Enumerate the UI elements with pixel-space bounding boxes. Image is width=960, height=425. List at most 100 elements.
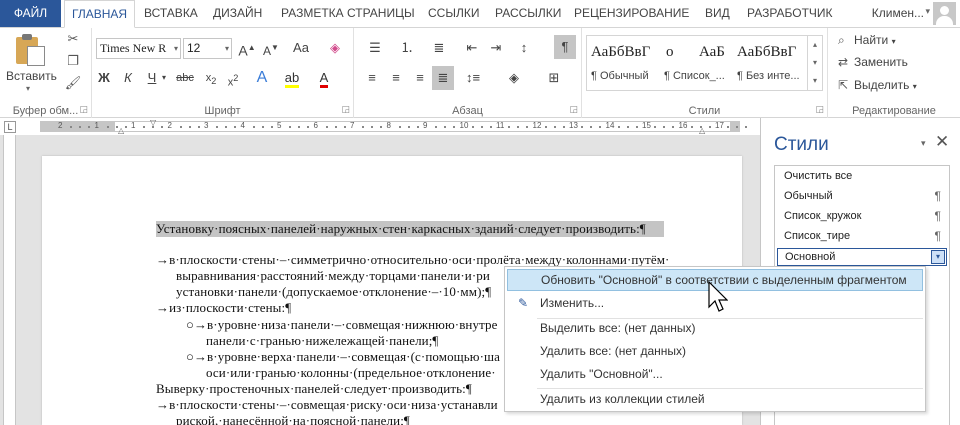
style-item[interactable]: Список_тире ¶ [777, 226, 947, 246]
dialog-launcher-icon[interactable]: ◲ [815, 104, 824, 115]
horizontal-ruler[interactable]: 2 1 1 2 3 4 5 6 7 8 9 10 11 12 13 14 15 16 17 [40, 121, 748, 132]
superscript-button[interactable]: x2 [224, 68, 242, 89]
justify-button[interactable]: ≣ [432, 66, 454, 90]
chevron-up-icon[interactable]: ▴ [808, 36, 822, 54]
numbering-icon[interactable]: ⒈ [394, 38, 420, 58]
decrease-indent-icon[interactable]: ⇤ [462, 38, 482, 58]
paragraph-line[interactable]: ○→в·уровне·верха·панели·–·совмещая·(с·по… [186, 349, 500, 365]
grow-font-icon[interactable]: A▲ [238, 38, 256, 59]
sort-icon[interactable]: ↕ [514, 38, 534, 58]
change-case-icon[interactable]: Aa [292, 38, 310, 58]
paragraph-line[interactable]: →из·плоскости·стены:¶ [156, 300, 291, 316]
hanging-indent-icon[interactable]: △ [118, 126, 124, 135]
align-left-icon[interactable]: ≡ [362, 68, 382, 88]
paste-icon[interactable] [14, 34, 48, 66]
paragraph-line[interactable]: Выверку·простеночных·панелей·следует·про… [156, 381, 472, 397]
font-size-field[interactable]: 12 ▾ [183, 38, 232, 59]
vertical-ruler[interactable] [3, 135, 16, 425]
chevron-down-icon[interactable]: ▾ [174, 39, 178, 58]
paragraph-line[interactable]: ○→в·уровне·низа·панели·–·совмещая·нижнюю… [186, 317, 498, 333]
menu-item-remove-from-gallery[interactable]: Удалить из коллекции стилей [507, 388, 923, 410]
select-button[interactable]: ⇱ Выделить ▾ [838, 78, 917, 92]
chevron-down-icon[interactable]: ▾ [160, 68, 168, 88]
menu-item-select-all[interactable]: Выделить все: (нет данных) [507, 317, 923, 339]
tab-review[interactable]: РЕЦЕНЗИРОВАНИЕ [567, 0, 696, 27]
cut-icon[interactable]: ✂ [64, 30, 82, 48]
format-painter-icon[interactable]: 🖌 [64, 74, 82, 92]
first-line-indent-icon[interactable]: ▽ [150, 118, 156, 127]
font-name-field[interactable]: Times New R ▾ [96, 38, 181, 59]
tab-home[interactable]: ГЛАВНАЯ [64, 0, 136, 28]
style-no-spacing[interactable]: АаБбВвГ ¶ Без инте... [733, 36, 806, 90]
tab-mailings[interactable]: РАССЫЛКИ [488, 0, 568, 27]
align-center-icon[interactable]: ≡ [386, 68, 406, 88]
ruler-tick [635, 126, 638, 128]
strikethrough-button[interactable]: abc [174, 68, 196, 88]
ruler-tick [617, 126, 620, 128]
menu-item-delete-style[interactable]: Удалить "Основной"... [507, 363, 923, 385]
user-name[interactable]: Климен... [872, 0, 924, 27]
dialog-launcher-icon[interactable]: ◲ [569, 104, 578, 115]
tab-insert[interactable]: ВСТАВКА [137, 0, 205, 27]
tab-layout[interactable]: РАЗМЕТКА СТРАНИЦЫ [274, 0, 422, 27]
italic-button[interactable]: К [120, 68, 136, 88]
menu-item-delete-all[interactable]: Удалить все: (нет данных) [507, 340, 923, 362]
clear-formatting-icon[interactable]: ◈ [326, 38, 344, 58]
chevron-down-icon[interactable]: ▾ [921, 138, 926, 149]
find-button[interactable]: ⌕ Найти ▾ [838, 33, 896, 48]
bold-button[interactable]: Ж [96, 68, 112, 88]
style-sample: АаБбВвГ [737, 44, 797, 60]
paragraph-line[interactable]: панели·с·гранью·нижележащей·панели;¶ [206, 333, 438, 349]
replace-button[interactable]: ⇄ Заменить [838, 55, 908, 69]
paragraph-selected[interactable]: Установку·поясных·панелей·наружных·стен·… [156, 221, 664, 237]
shading-icon[interactable]: ◈ [504, 68, 524, 88]
style-item[interactable]: Обычный ¶ [777, 186, 947, 206]
line-spacing-icon[interactable]: ↕≡ [462, 68, 484, 88]
align-right-icon[interactable]: ≡ [410, 68, 430, 88]
chevron-down-icon[interactable]: ▾ [26, 84, 30, 93]
subscript-button[interactable]: x2 [202, 68, 220, 88]
paragraph-line[interactable]: →в·плоскости·стены·–·совмещая·риску·оси·… [156, 397, 498, 413]
paragraph-line[interactable]: выравнивания·расстояний·между·торцами·па… [176, 268, 490, 284]
paragraph-line[interactable]: риской,·нанесённой·на·поясной·панели;¶ [176, 413, 410, 425]
tab-design[interactable]: ДИЗАЙН [206, 0, 269, 27]
dialog-launcher-icon[interactable]: ◲ [341, 104, 350, 115]
copy-icon[interactable]: ❐ [64, 52, 82, 70]
chevron-down-icon[interactable]: ▾ [925, 6, 930, 17]
borders-icon[interactable]: ⊞ [544, 68, 564, 88]
increase-indent-icon[interactable]: ⇥ [486, 38, 506, 58]
tab-stop-selector[interactable]: L [4, 121, 16, 133]
styles-gallery-scroll[interactable]: ▴ ▾ ▾ [808, 35, 823, 91]
style-clear-all[interactable]: Очистить все [777, 166, 947, 186]
highlight-color-icon[interactable]: ab [282, 68, 302, 88]
bullets-icon[interactable]: ☰ [362, 38, 388, 58]
style-normal[interactable]: АаБбВвГ ¶ Обычный [587, 36, 660, 90]
avatar[interactable] [933, 2, 956, 25]
shrink-font-icon[interactable]: A▼ [262, 38, 280, 58]
dialog-launcher-icon[interactable]: ◲ [79, 104, 88, 115]
chevron-down-icon[interactable]: ▾ [931, 250, 945, 264]
style-item[interactable]: Список_кружок ¶ [777, 206, 947, 226]
style-item-selected[interactable]: Основной ▾ [777, 248, 947, 266]
tab-references[interactable]: ССЫЛКИ [421, 0, 486, 27]
multilevel-list-icon[interactable]: ≣ [426, 38, 452, 58]
more-icon[interactable]: ▾ [808, 72, 822, 90]
paragraph-line[interactable]: установки·панели·(допускаемое·отклонение… [176, 284, 491, 300]
style-list-dash[interactable]: АаБ [695, 36, 731, 90]
replace-icon: ⇄ [838, 55, 849, 69]
underline-button[interactable]: Ч [144, 68, 160, 88]
ruler-bar: L 2 1 1 2 3 4 5 6 7 8 9 10 11 12 13 14 15 16 17 ▽ △ △ [0, 118, 760, 135]
font-color-icon[interactable]: A [314, 68, 334, 88]
paste-button[interactable]: Вставить [6, 69, 57, 83]
close-icon[interactable]: ✕ [935, 132, 949, 152]
show-marks-button[interactable]: ¶ [554, 35, 576, 59]
tab-view[interactable]: ВИД [698, 0, 737, 27]
text-effects-icon[interactable]: A [252, 68, 272, 88]
paragraph-line[interactable]: оси·или·гранью·колонны·(предельное·откло… [206, 365, 496, 381]
tab-developer[interactable]: РАЗРАБОТЧИК [740, 0, 840, 27]
right-indent-icon[interactable]: △ [699, 126, 705, 135]
font-size-value: 12 [187, 41, 201, 55]
tab-file[interactable]: ФАЙЛ [0, 0, 61, 27]
chevron-down-icon[interactable]: ▾ [225, 39, 229, 58]
chevron-down-icon[interactable]: ▾ [808, 54, 822, 72]
